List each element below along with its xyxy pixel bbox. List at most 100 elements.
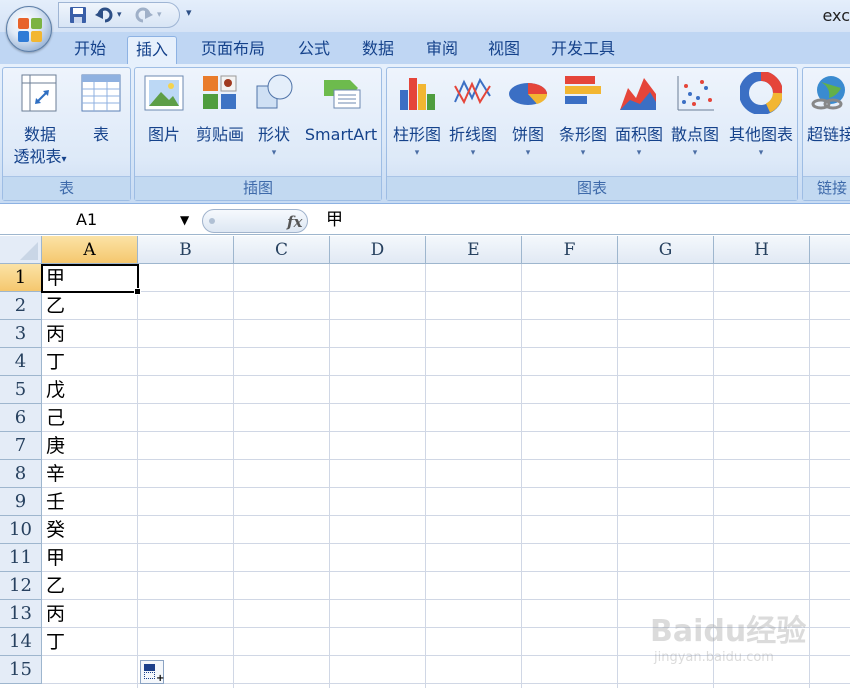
column-chart-label: 柱形图 [392, 125, 441, 144]
clipart-button[interactable]: 剪贴画 [191, 72, 249, 146]
row-header[interactable]: 2 [0, 292, 42, 320]
cell-a11[interactable]: 甲 [42, 544, 138, 572]
group-table: 数据 透视表▾ 表 表 [2, 67, 131, 201]
column-header-e[interactable]: E [426, 236, 522, 264]
tab-page-layout[interactable]: 页面布局 [193, 36, 273, 64]
formula-tools: fx [202, 209, 308, 233]
column-header-f[interactable]: F [522, 236, 618, 264]
cell-a10[interactable]: 癸 [42, 516, 138, 544]
pie-chart-button[interactable]: 饼图 ▾ [503, 72, 553, 158]
hyperlink-button[interactable]: 超链接 [807, 72, 850, 146]
row-header[interactable]: 15 [0, 656, 42, 684]
redo-icon[interactable] [133, 6, 153, 24]
row-header[interactable]: 10 [0, 516, 42, 544]
column-header-a[interactable]: A [42, 236, 138, 264]
column-header-i[interactable] [810, 236, 850, 264]
row-header[interactable]: 3 [0, 320, 42, 348]
picture-icon [143, 72, 185, 114]
cell-a13[interactable]: 丙 [42, 600, 138, 628]
row-header[interactable]: 8 [0, 460, 42, 488]
watermark: Baidu经验 jingyan.baidu.com [650, 600, 850, 680]
column-header-g[interactable]: G [618, 236, 714, 264]
bar-chart-icon [562, 72, 604, 114]
cell-a4[interactable]: 丁 [42, 348, 138, 376]
name-box[interactable]: A1 ▼ [0, 208, 196, 232]
cell-a12[interactable]: 乙 [42, 572, 138, 600]
cell-a3[interactable]: 丙 [42, 320, 138, 348]
column-header-h[interactable]: H [714, 236, 810, 264]
column-header-d[interactable]: D [330, 236, 426, 264]
row-header[interactable]: 13 [0, 600, 42, 628]
active-cell-cursor[interactable] [41, 264, 141, 295]
area-chart-dropdown-icon: ▾ [636, 148, 642, 158]
pivot-table-button[interactable]: 数据 透视表▾ [5, 72, 75, 171]
bar-chart-label: 条形图 [558, 125, 607, 144]
shapes-dropdown-icon: ▾ [271, 148, 277, 158]
picture-button[interactable]: 图片 [141, 72, 187, 146]
other-charts-icon [739, 71, 783, 115]
row-header[interactable]: 4 [0, 348, 42, 376]
scatter-chart-button[interactable]: 散点图 ▾ [667, 72, 723, 158]
pie-chart-label: 饼图 [511, 125, 544, 144]
cell-a7[interactable]: 庚 [42, 432, 138, 460]
cell-a9[interactable]: 壬 [42, 488, 138, 516]
column-chart-dropdown-icon: ▾ [414, 148, 420, 158]
name-box-value: A1 [76, 210, 98, 229]
column-header-b[interactable]: B [138, 236, 234, 264]
area-chart-icon [618, 72, 660, 114]
tab-insert[interactable]: 插入 [127, 36, 178, 64]
tab-view[interactable]: 视图 [480, 36, 528, 64]
select-all-corner[interactable] [0, 236, 42, 264]
tab-data[interactable]: 数据 [354, 36, 402, 64]
customize-qat-icon[interactable]: ▾ [186, 6, 192, 19]
area-chart-button[interactable]: 面积图 ▾ [611, 72, 667, 158]
row-header[interactable]: 11 [0, 544, 42, 572]
table-button[interactable]: 表 [77, 72, 125, 146]
row-header[interactable]: 14 [0, 628, 42, 656]
autofill-options-button[interactable]: + [140, 660, 164, 684]
bar-chart-button[interactable]: 条形图 ▾ [555, 72, 611, 158]
window-title: exc [822, 6, 850, 25]
autofill-plus-icon: + [156, 673, 165, 684]
column-header-c[interactable]: C [234, 236, 330, 264]
tab-review[interactable]: 审阅 [418, 36, 466, 64]
cell-a5[interactable]: 戊 [42, 376, 138, 404]
group-charts: 柱形图 ▾ 折线图 ▾ 饼图 ▾ 条形图 ▾ 面积图 ▾ 散点图 ▾ 其他图表 … [386, 67, 798, 201]
bar-chart-dropdown-icon: ▾ [580, 148, 586, 158]
group-charts-label: 图表 [387, 176, 797, 200]
cell-a6[interactable]: 己 [42, 404, 138, 432]
tab-home[interactable]: 开始 [66, 36, 114, 64]
row-header[interactable]: 5 [0, 376, 42, 404]
name-box-dropdown-icon[interactable]: ▼ [180, 208, 189, 232]
tab-formulas[interactable]: 公式 [290, 36, 338, 64]
row-header[interactable]: 12 [0, 572, 42, 600]
column-chart-button[interactable]: 柱形图 ▾ [389, 72, 445, 158]
cell-a8[interactable]: 辛 [42, 460, 138, 488]
pivot-table-label-2: 透视表▾ [13, 147, 67, 166]
shapes-button[interactable]: 形状 ▾ [251, 72, 297, 158]
undo-dropdown-icon[interactable]: ▾ [117, 6, 122, 24]
other-charts-label: 其他图表 [728, 125, 793, 144]
pivot-table-icon [19, 72, 61, 114]
save-icon[interactable] [69, 6, 87, 24]
insert-function-icon[interactable]: fx [287, 210, 302, 234]
cell-a14[interactable]: 丁 [42, 628, 138, 656]
undo-icon[interactable] [95, 6, 115, 24]
group-illustrations: 图片 剪贴画 形状 ▾ SmartArt 插图 [134, 67, 382, 201]
office-button[interactable] [6, 6, 52, 52]
row-header[interactable]: 1 [0, 264, 42, 292]
smartart-button[interactable]: SmartArt [301, 72, 381, 146]
row-header[interactable]: 7 [0, 432, 42, 460]
cell-a2[interactable]: 乙 [42, 292, 138, 320]
tab-developer[interactable]: 开发工具 [543, 36, 623, 64]
hyperlink-icon [807, 72, 849, 114]
formula-input[interactable]: 甲 [326, 208, 343, 232]
row-header[interactable]: 6 [0, 404, 42, 432]
redo-dropdown-icon[interactable]: ▾ [157, 6, 162, 24]
pivot-table-label-1: 数据 [23, 125, 56, 144]
line-chart-button[interactable]: 折线图 ▾ [445, 72, 501, 158]
resize-handle-icon[interactable] [209, 218, 215, 224]
other-charts-dropdown-icon: ▾ [758, 148, 764, 158]
row-header[interactable]: 9 [0, 488, 42, 516]
other-charts-button[interactable]: 其他图表 ▾ [725, 71, 797, 158]
